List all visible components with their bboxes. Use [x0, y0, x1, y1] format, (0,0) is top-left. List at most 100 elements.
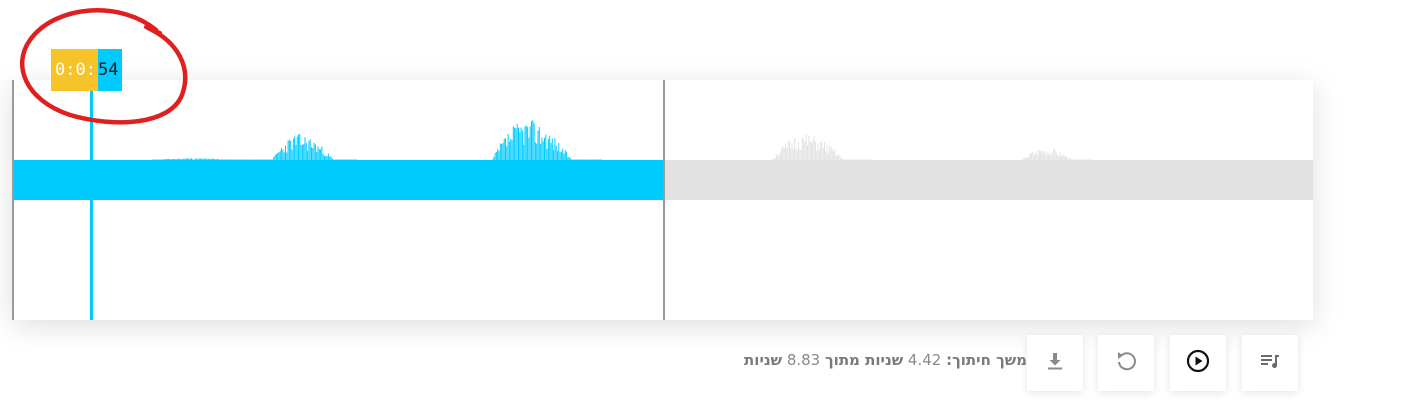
waveform-peak: [161, 159, 163, 160]
waveform-peak: [1081, 159, 1083, 160]
waveform-peak: [273, 156, 275, 160]
waveform-peak: [324, 156, 325, 160]
waveform-peak: [497, 148, 499, 160]
waveform-peak: [827, 153, 829, 160]
playhead-time-label[interactable]: 0:0: 54: [51, 49, 123, 91]
waveform-peak: [857, 159, 859, 160]
waveform-inactive-band[interactable]: [664, 160, 1313, 200]
waveform-peak: [172, 159, 174, 160]
waveform-peak: [598, 159, 600, 160]
waveform-peak: [848, 159, 850, 160]
waveform-peak: [340, 159, 342, 160]
waveform-peak: [811, 142, 812, 160]
editor-left-edge: [12, 80, 14, 320]
waveform-peak: [179, 158, 181, 160]
waveform-peak: [1075, 159, 1077, 160]
waveform-peak: [1027, 157, 1029, 160]
waveform-peak: [308, 140, 310, 160]
waveform-peak: [200, 158, 202, 160]
waveform-peak: [1036, 150, 1038, 160]
download-icon: [1043, 349, 1067, 377]
waveform-peak: [218, 159, 220, 160]
download-button[interactable]: [1027, 335, 1083, 391]
playlist-icon: [1258, 349, 1282, 377]
waveform-peak: [240, 159, 242, 160]
waveform-peak: [524, 126, 526, 160]
waveform-peak: [1077, 159, 1079, 160]
waveform-peak: [350, 159, 351, 160]
waveform-peak: [523, 144, 525, 160]
waveform-peak: [162, 159, 164, 160]
waveform-peak: [800, 149, 802, 160]
waveform-peak: [542, 141, 544, 160]
waveform-peak: [352, 159, 354, 160]
waveform-peak: [189, 158, 191, 160]
waveform-peak: [777, 156, 779, 160]
waveform-peak: [171, 159, 173, 160]
undo-button[interactable]: [1098, 335, 1154, 391]
waveform-peak: [312, 148, 314, 160]
waveform-peak: [585, 159, 587, 160]
waveform-peak: [545, 134, 547, 160]
waveform-peak: [292, 138, 294, 160]
waveform-editor[interactable]: [12, 80, 1313, 320]
play-button[interactable]: [1170, 335, 1226, 391]
waveform-peak: [851, 159, 853, 160]
waveform-peak: [296, 136, 298, 160]
waveform-peak: [516, 123, 518, 160]
waveform-peak: [773, 158, 775, 160]
waveform-peak: [601, 159, 603, 160]
play-icon: [1185, 348, 1211, 378]
waveform-peak: [181, 159, 183, 160]
waveform-peak: [272, 159, 273, 160]
cut-split-marker[interactable]: [663, 80, 665, 320]
waveform-peak: [1085, 159, 1087, 160]
waveform-peak: [1040, 151, 1042, 160]
waveform-peak: [259, 159, 261, 160]
waveform-peak: [571, 159, 573, 160]
waveform-peak: [564, 149, 566, 160]
waveform-peak: [795, 147, 797, 160]
waveform-peak: [584, 159, 586, 160]
waveform-peak: [244, 159, 246, 160]
waveform-peak: [329, 156, 331, 160]
waveform-peak: [1067, 158, 1069, 160]
waveform-peak: [505, 138, 506, 160]
waveform-peak: [519, 132, 521, 160]
waveform-peak: [510, 138, 512, 160]
waveform-peak: [313, 142, 315, 160]
waveform-peak: [1022, 159, 1023, 160]
waveform-peak: [859, 159, 861, 160]
waveform-peak: [266, 159, 268, 160]
waveform-peak: [303, 144, 305, 160]
waveform-peak: [317, 146, 319, 160]
waveform-peak: [265, 159, 267, 160]
waveform-peak: [1023, 158, 1025, 160]
waveform-peak: [546, 148, 548, 160]
waveform-active-band[interactable]: [13, 160, 664, 200]
waveform-peak: [1045, 155, 1047, 160]
waveform-peak: [568, 156, 570, 160]
waveform-peak: [594, 159, 596, 160]
waveform-peak: [333, 159, 335, 160]
waveform-peak: [850, 159, 851, 160]
waveform-peak: [258, 159, 260, 160]
playhead-line[interactable]: [90, 80, 93, 320]
waveform-canvas[interactable]: [12, 80, 1313, 320]
waveform-peak: [1076, 159, 1078, 160]
waveform-peak: [269, 159, 270, 160]
waveform-peak: [185, 158, 187, 160]
waveform-peak: [826, 144, 828, 160]
waveform-peak: [314, 144, 316, 160]
waveform-peak: [290, 141, 292, 160]
waveform-peak: [822, 148, 824, 160]
waveform-peak: [1074, 159, 1075, 160]
waveform-peak: [175, 159, 177, 160]
waveform-peak: [318, 149, 320, 160]
playlist-button[interactable]: [1242, 335, 1298, 391]
waveform-peak: [788, 140, 790, 160]
waveform-peak: [783, 148, 785, 160]
waveform-peak: [219, 159, 221, 160]
waveform-peak: [772, 159, 773, 160]
waveform-peak: [807, 145, 809, 160]
